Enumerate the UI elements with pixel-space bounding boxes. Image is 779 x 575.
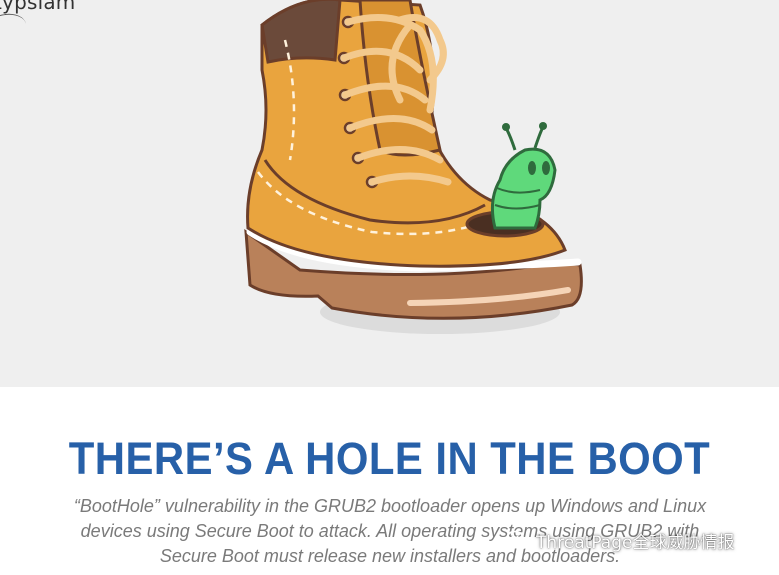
- watermark-text: ThreatPage全球威胁情报: [536, 532, 735, 553]
- wechat-icon: [506, 530, 530, 550]
- worm-character: [490, 122, 557, 230]
- source-watermark: ThreatPage全球威胁情报: [506, 527, 734, 553]
- hero-banner: typsiam: [0, 0, 779, 387]
- boot-illustration: [244, 0, 583, 334]
- article-headline: THERE’S A HOLE IN THE BOOT: [68, 433, 711, 484]
